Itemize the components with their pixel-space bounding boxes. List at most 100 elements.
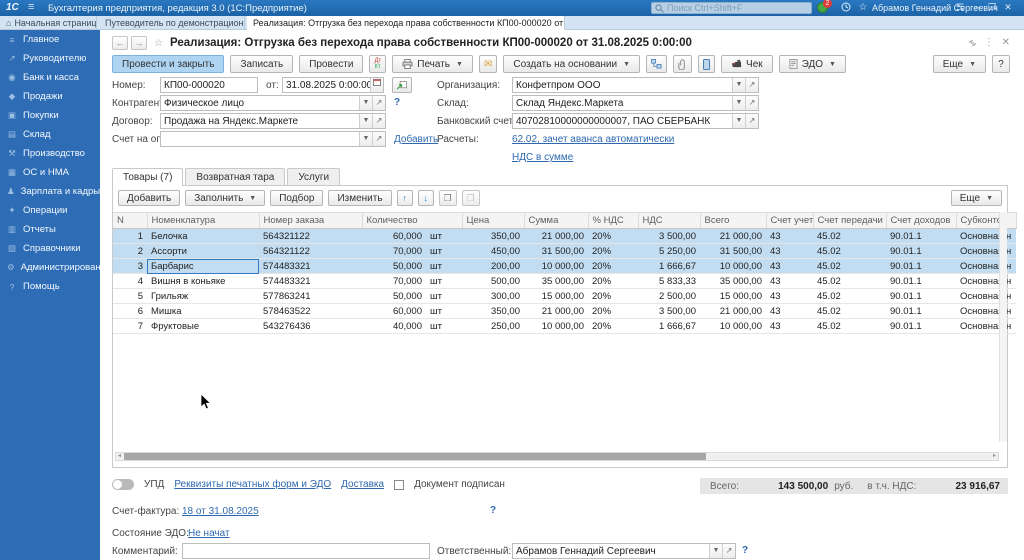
window-tab[interactable]: ⌂Начальная страница bbox=[0, 16, 97, 30]
date-field[interactable]: 31.08.2025 0:00:00 bbox=[282, 77, 384, 93]
table-row[interactable]: 4Вишня в коньяке57448332170,000шт500,003… bbox=[113, 274, 1016, 289]
column-header[interactable]: Номенклатура bbox=[147, 213, 259, 229]
cell-vat_rate[interactable]: 20% bbox=[588, 259, 638, 274]
table-more-button[interactable]: Еще▼ bbox=[951, 190, 1002, 206]
more-dots-icon[interactable]: ⋮ bbox=[984, 37, 994, 48]
cell-qty[interactable]: 50,000 bbox=[362, 259, 426, 274]
cell-order[interactable]: 574483321 bbox=[259, 259, 362, 274]
document-help-button[interactable]: ? bbox=[992, 55, 1010, 73]
vertical-scrollbar[interactable] bbox=[999, 212, 1007, 442]
check-receipt-button[interactable]: Чек bbox=[721, 55, 773, 73]
sidebar-item-menu[interactable]: ≡Главное bbox=[0, 30, 100, 49]
cell-total[interactable]: 10 000,00 bbox=[700, 259, 766, 274]
global-search-input[interactable]: Поиск Ctrl+Shift+F bbox=[651, 2, 812, 14]
cell-subconto[interactable]: Основная н bbox=[956, 229, 1016, 244]
cell-income_account[interactable]: 90.01.1 bbox=[886, 274, 956, 289]
sidebar-item-operations[interactable]: ✦Операции bbox=[0, 201, 100, 220]
cell-transfer_account[interactable]: 45.02 bbox=[813, 259, 886, 274]
upd-toggle[interactable] bbox=[112, 479, 134, 490]
cell-n[interactable]: 3 bbox=[113, 259, 147, 274]
forward-button[interactable]: → bbox=[131, 36, 147, 50]
sidebar-item-reports[interactable]: ▥Отчеты bbox=[0, 220, 100, 239]
cell-qty[interactable]: 60,000 bbox=[362, 304, 426, 319]
cell-sum[interactable]: 35 000,00 bbox=[524, 274, 588, 289]
cell-vat_rate[interactable]: 20% bbox=[588, 244, 638, 259]
cell-vat[interactable]: 3 500,00 bbox=[638, 229, 700, 244]
cell-order[interactable]: 564321122 bbox=[259, 244, 362, 259]
cell-name[interactable]: Мишка bbox=[147, 304, 259, 319]
sidebar-item-production[interactable]: ⚒Производство bbox=[0, 144, 100, 163]
column-header[interactable]: Субконто bbox=[956, 213, 1016, 229]
dropdown-icon[interactable]: ▼ bbox=[732, 114, 745, 128]
warehouse-field[interactable]: Склад Яндекс.Маркета ▼ ↗ bbox=[512, 95, 759, 111]
cell-name[interactable]: Барбарис bbox=[147, 259, 259, 274]
cell-transfer_account[interactable]: 45.02 bbox=[813, 274, 886, 289]
cell-n[interactable]: 4 bbox=[113, 274, 147, 289]
history-button[interactable] bbox=[839, 2, 853, 14]
cell-account[interactable]: 43 bbox=[766, 229, 813, 244]
organization-field[interactable]: Конфетпром ООО ▼ ↗ bbox=[512, 77, 759, 93]
close-document-icon[interactable]: ✕ bbox=[1002, 37, 1010, 48]
column-header[interactable]: Сумма bbox=[524, 213, 588, 229]
item-tab[interactable]: Услуги bbox=[287, 168, 340, 186]
cell-total[interactable]: 15 000,00 bbox=[700, 289, 766, 304]
cell-price[interactable]: 250,00 bbox=[462, 319, 524, 334]
scroll-left-icon[interactable]: ◂ bbox=[116, 453, 123, 460]
cell-price[interactable]: 450,00 bbox=[462, 244, 524, 259]
create-based-on-button[interactable]: Создать на основании▼ bbox=[503, 55, 640, 73]
dropdown-icon[interactable]: ▼ bbox=[709, 544, 722, 558]
cell-name[interactable]: Ассорти bbox=[147, 244, 259, 259]
table-pick-button[interactable]: Подбор bbox=[270, 190, 323, 206]
cell-income_account[interactable]: 90.01.1 bbox=[886, 229, 956, 244]
mobile-version-button[interactable] bbox=[698, 55, 715, 73]
cell-total[interactable]: 35 000,00 bbox=[700, 274, 766, 289]
cell-sum[interactable]: 21 000,00 bbox=[524, 229, 588, 244]
open-icon[interactable]: ↗ bbox=[372, 96, 385, 110]
delivery-link[interactable]: Доставка bbox=[341, 479, 384, 490]
cell-total[interactable]: 31 500,00 bbox=[700, 244, 766, 259]
cell-sum[interactable]: 21 000,00 bbox=[524, 304, 588, 319]
cell-vat_rate[interactable]: 20% bbox=[588, 229, 638, 244]
comment-input[interactable] bbox=[182, 543, 430, 559]
cell-transfer_account[interactable]: 45.02 bbox=[813, 244, 886, 259]
cell-income_account[interactable]: 90.01.1 bbox=[886, 289, 956, 304]
cell-account[interactable]: 43 bbox=[766, 319, 813, 334]
cell-transfer_account[interactable]: 45.02 bbox=[813, 289, 886, 304]
cell-price[interactable]: 200,00 bbox=[462, 259, 524, 274]
cell-account[interactable]: 43 bbox=[766, 244, 813, 259]
dropdown-icon[interactable]: ▼ bbox=[359, 132, 372, 146]
cell-n[interactable]: 6 bbox=[113, 304, 147, 319]
settlements-link[interactable]: 62.02, зачет аванса автоматически bbox=[512, 134, 674, 145]
main-menu-icon[interactable]: ≡ bbox=[28, 1, 34, 13]
cell-transfer_account[interactable]: 45.02 bbox=[813, 319, 886, 334]
dropdown-icon[interactable]: ▼ bbox=[359, 96, 372, 110]
cell-subconto[interactable]: Основная н bbox=[956, 304, 1016, 319]
table-edit-button[interactable]: Изменить bbox=[328, 190, 391, 206]
cell-account[interactable]: 43 bbox=[766, 259, 813, 274]
cell-sum[interactable]: 10 000,00 bbox=[524, 319, 588, 334]
cell-name[interactable]: Фруктовые bbox=[147, 319, 259, 334]
item-tab[interactable]: Возвратная тара bbox=[185, 168, 285, 186]
cell-vat_rate[interactable]: 20% bbox=[588, 274, 638, 289]
print-button[interactable]: Печать▼ bbox=[392, 55, 473, 73]
maximize-button[interactable]: ❐ bbox=[986, 1, 998, 14]
cell-subconto[interactable]: Основная н bbox=[956, 259, 1016, 274]
open-icon[interactable]: ↗ bbox=[745, 96, 758, 110]
open-icon[interactable]: ↗ bbox=[722, 544, 735, 558]
minimize-button[interactable]: – bbox=[972, 1, 984, 14]
table-row[interactable]: 6Мишка57846352260,000шт350,0021 000,0020… bbox=[113, 304, 1016, 319]
cell-price[interactable]: 350,00 bbox=[462, 229, 524, 244]
table-row[interactable]: 1Белочка56432112260,000шт350,0021 000,00… bbox=[113, 229, 1016, 244]
cell-order[interactable]: 577863241 bbox=[259, 289, 362, 304]
cell-subconto[interactable]: Основная н bbox=[956, 274, 1016, 289]
fill-from-template-button[interactable] bbox=[392, 77, 412, 93]
cell-total[interactable]: 21 000,00 bbox=[700, 304, 766, 319]
table-row[interactable]: 7Фруктовые54327643640,000шт250,0010 000,… bbox=[113, 319, 1016, 334]
link-icon[interactable] bbox=[967, 38, 978, 51]
sidebar-item-help[interactable]: ?Помощь bbox=[0, 277, 100, 296]
sidebar-item-sales[interactable]: ◆Продажи bbox=[0, 87, 100, 106]
post-button[interactable]: Провести bbox=[299, 55, 363, 73]
cell-income_account[interactable]: 90.01.1 bbox=[886, 259, 956, 274]
edo-state-link[interactable]: Не начат bbox=[188, 528, 230, 539]
cell-income_account[interactable]: 90.01.1 bbox=[886, 319, 956, 334]
